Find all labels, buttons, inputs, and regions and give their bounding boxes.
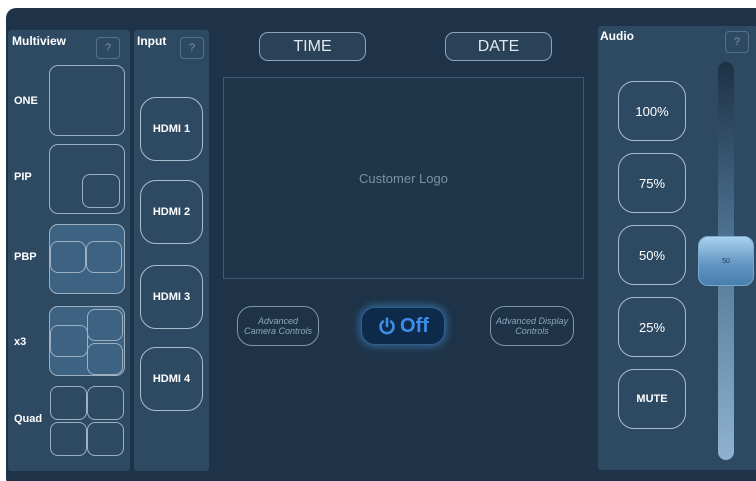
multiview-title: Multiview	[12, 34, 67, 48]
input-panel: Input ? HDMI 1 HDMI 2 HDMI 3 HDMI 4	[134, 30, 209, 471]
mode-quad-button[interactable]	[49, 385, 125, 456]
time-button[interactable]: TIME	[259, 32, 366, 61]
audio-50-button[interactable]: 50%	[618, 225, 686, 285]
mode-x3-button[interactable]	[49, 306, 125, 376]
audio-help-button[interactable]: ?	[725, 31, 749, 53]
mode-label-one: ONE	[14, 95, 38, 107]
mode-label-pbp: PBP	[14, 251, 37, 263]
input-hdmi4-button[interactable]: HDMI 4	[140, 347, 203, 411]
volume-value: 50	[722, 257, 730, 265]
quad-bl-icon	[50, 422, 87, 456]
input-hdmi3-button[interactable]: HDMI 3	[140, 265, 203, 329]
pbp-left-icon	[50, 241, 86, 273]
quad-br-icon	[87, 422, 124, 456]
input-hdmi1-button[interactable]: HDMI 1	[140, 97, 203, 161]
x3-main-icon	[50, 325, 88, 357]
mode-label-pip: PIP	[14, 171, 32, 183]
audio-75-button[interactable]: 75%	[618, 153, 686, 213]
date-button[interactable]: DATE	[445, 32, 552, 61]
advanced-display-controls-button[interactable]: Advanced Display Controls	[490, 306, 574, 346]
mode-pip-button[interactable]	[49, 144, 125, 214]
multiview-help-button[interactable]: ?	[96, 37, 120, 59]
mode-pbp-button[interactable]	[49, 224, 125, 294]
power-icon	[377, 316, 397, 336]
mode-label-x3: x3	[14, 336, 27, 348]
mode-one-button[interactable]	[49, 65, 125, 136]
multiview-panel: Multiview ? ONE PIP PBP x3 Quad	[8, 30, 130, 471]
x3-top-icon	[87, 309, 123, 341]
quad-tr-icon	[87, 386, 124, 420]
input-hdmi2-button[interactable]: HDMI 2	[140, 180, 203, 244]
input-title: Input	[137, 34, 167, 48]
quad-tl-icon	[50, 386, 87, 420]
power-button[interactable]: Off	[361, 307, 445, 345]
audio-title: Audio	[600, 29, 634, 43]
pip-inset-icon	[82, 174, 120, 208]
power-label: Off	[400, 314, 429, 337]
mode-label-quad: Quad	[14, 413, 43, 425]
input-help-button[interactable]: ?	[180, 37, 204, 59]
x3-bottom-icon	[87, 343, 123, 375]
pbp-right-icon	[86, 241, 122, 273]
control-screen: Multiview ? ONE PIP PBP x3 Quad Input ? …	[6, 8, 756, 481]
audio-mute-button[interactable]: MUTE	[618, 369, 686, 429]
audio-25-button[interactable]: 25%	[618, 297, 686, 357]
customer-logo-text: Customer Logo	[359, 171, 448, 186]
audio-panel: Audio ? 100% 75% 50% 25% MUTE 50	[598, 26, 756, 470]
audio-100-button[interactable]: 100%	[618, 81, 686, 141]
volume-slider-thumb[interactable]: 50	[698, 236, 754, 286]
advanced-camera-controls-button[interactable]: Advanced Camera Controls	[237, 306, 319, 346]
customer-logo-area: Customer Logo	[223, 77, 584, 279]
